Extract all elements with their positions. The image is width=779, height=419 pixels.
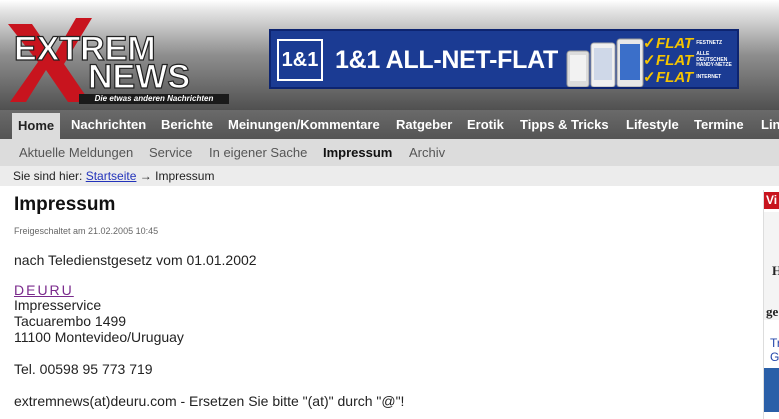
page-title: Impressum [14,194,116,215]
subnav-item-service[interactable]: Service [149,139,192,166]
check-icon: ✓ [643,52,656,69]
flat-row: ✓ FLAT INTERNET [643,69,737,86]
publish-date: Freigeschaltet am 21.02.2005 10:45 [14,226,159,236]
address-line: 11100 Montevideo/Uruguay [14,329,184,345]
subnav-item-impressum[interactable]: Impressum [323,139,392,166]
ad-title: 1&1 ALL-NET-FLAT [335,46,558,74]
flat-sub: FESTNETZ [696,39,723,46]
nav-item-links[interactable]: Lin [761,110,779,139]
company-link[interactable]: DEURU [14,282,74,298]
nav-item-tipps-tricks[interactable]: Tipps & Tricks [520,110,609,139]
logo-line2: NEWS [88,58,190,96]
breadcrumb-home-link[interactable]: Startseite [86,169,137,183]
site-logo[interactable]: EXTREM NEWS Die etwas anderen Nachrichte… [6,16,229,106]
nav-item-ratgeber[interactable]: Ratgeber [396,110,452,139]
phone-number: Tel. 00598 95 773 719 [14,361,153,377]
flat-word: FLAT [656,69,694,86]
breadcrumb-current: Impressum [155,169,215,183]
subnav-item-archiv[interactable]: Archiv [409,139,445,166]
law-reference: nach Teledienstgesetz vom 01.01.2002 [14,252,257,268]
email-note: extremnews(at)deuru.com - Ersetzen Sie b… [14,393,405,409]
sidebar-link[interactable]: Tr [770,336,779,350]
address-line: Impresservice [14,297,102,313]
breadcrumb-trail: Sie sind hier: Startseite → Impressum [13,166,214,186]
nav-item-berichte[interactable]: Berichte [161,110,213,139]
flat-sub: ALLE DEUTSCHEN HANDY-NETZE [696,51,732,69]
extremnews-logo-graphic: EXTREM NEWS [8,18,191,102]
nav-item-nachrichten[interactable]: Nachrichten [71,110,146,139]
flat-word: FLAT [656,35,694,52]
check-icon: ✓ [643,69,656,86]
breadcrumb-label: Sie sind hier: [13,169,83,183]
sidebar-teaser-text: ge [766,304,779,319]
sidebar-header: Vi [764,192,779,209]
nav-item-erotik[interactable]: Erotik [467,110,504,139]
flat-word: FLAT [656,52,694,69]
ad-brand-logo: 1&1 [277,39,323,81]
right-sidebar: Vi H ge Tr G [763,190,779,419]
flat-row: ✓ FLAT FESTNETZ [643,35,737,52]
breadcrumb-arrow: → [139,169,152,183]
subnav-item-in-eigener-sache[interactable]: In eigener Sache [209,139,307,166]
flat-sub: INTERNET [696,73,722,80]
breadcrumb: Sie sind hier: Startseite → Impressum [0,166,779,186]
sub-navigation: Aktuelle Meldungen Service In eigener Sa… [0,139,779,166]
sidebar-teaser-text: H [772,263,779,279]
ad-banner[interactable]: 1&1 1&1 ALL-NET-FLAT ✓ FLAT FESTNETZ ✓ F… [269,29,739,89]
main-navigation: Home Nachrichten Berichte Meinungen/Komm… [0,110,779,139]
nav-item-meinungen[interactable]: Meinungen/Kommentare [228,110,380,139]
logo-tagline: Die etwas anderen Nachrichten [79,94,229,104]
subnav-item-aktuelle-meldungen[interactable]: Aktuelle Meldungen [19,139,133,166]
nav-item-lifestyle[interactable]: Lifestyle [626,110,679,139]
ad-flat-list: ✓ FLAT FESTNETZ ✓ FLAT ALLE DEUTSCHEN HA… [643,35,737,86]
check-icon: ✓ [643,35,656,52]
nav-item-termine[interactable]: Termine [694,110,744,139]
sidebar-link[interactable]: G [770,350,779,364]
phones-icon [566,38,644,87]
sidebar-image[interactable] [764,368,779,412]
address-line: Tacuarembo 1499 [14,313,127,329]
nav-item-home[interactable]: Home [12,113,61,139]
flat-row: ✓ FLAT ALLE DEUTSCHEN HANDY-NETZE [643,51,737,69]
site-header: EXTREM NEWS Die etwas anderen Nachrichte… [0,0,779,110]
